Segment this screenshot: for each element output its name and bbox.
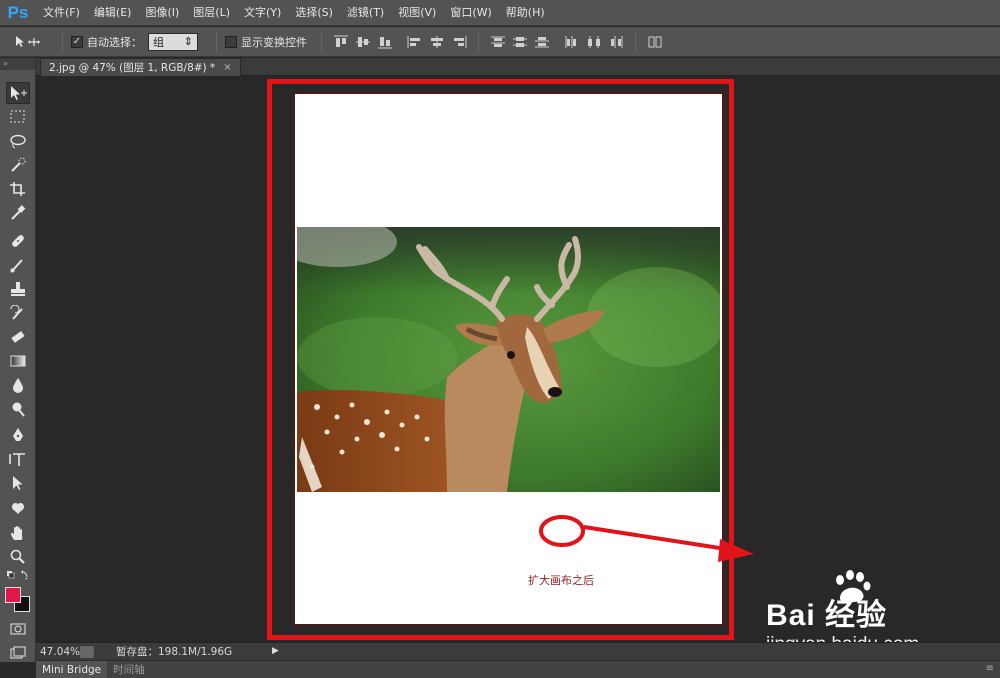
gradient-tool-icon[interactable] [6,350,30,372]
auto-align-layers-icon[interactable] [646,33,664,51]
options-bar: ✓ 自动选择： 组 ⇕ 显示变换控件 [0,27,1000,57]
separator [216,31,217,52]
menu-help[interactable]: 帮助(H) [499,0,552,26]
annotation-circle [539,515,585,547]
menu-filter[interactable]: 滤镜(T) [340,0,391,26]
show-transform-checkbox[interactable] [225,35,237,48]
watermark-brand: Bai 经验 [766,599,888,632]
zoom-tool-icon[interactable] [6,546,30,568]
eyedropper-tool-icon[interactable] [6,202,30,224]
distribute-top-icon[interactable] [489,33,507,51]
toolbox: » [0,58,36,662]
document-tab-bar: 2.jpg @ 47% (图层 1, RGB/8#) * × [36,58,1000,76]
photoshop-logo: Ps [7,2,29,22]
healing-brush-tool-icon[interactable] [6,230,30,252]
menu-select[interactable]: 选择(S) [288,0,340,26]
menu-layer[interactable]: 图层(L) [186,0,237,26]
show-transform-label: 显示变换控件 [241,35,307,49]
tab-mini-bridge[interactable]: Mini Bridge [36,660,108,678]
quick-selection-tool-icon[interactable] [6,154,30,176]
move-tool-icon [16,35,40,47]
screen-mode-icon[interactable] [6,642,30,664]
align-vcenter-icon[interactable] [354,33,372,51]
annotation-arrow-head [718,539,754,562]
align-top-icon[interactable] [332,33,350,51]
menu-bar: Ps 文件(F) 编辑(E) 图像(I) 图层(L) 文字(Y) 选择(S) 滤… [0,0,1000,26]
foreground-color-swatch[interactable] [5,587,21,603]
menu-view[interactable]: 视图(V) [391,0,443,26]
menu-image[interactable]: 图像(I) [138,0,186,26]
distribute-right-icon[interactable] [607,33,625,51]
separator [321,31,322,52]
auto-select-dropdown[interactable]: 组 ⇕ [148,32,198,51]
dropdown-arrows-icon: ⇕ [183,35,193,48]
auto-select-checkbox[interactable]: ✓ [71,35,83,48]
align-left-icon[interactable] [406,33,424,51]
tool-preset-picker[interactable] [14,35,54,49]
custom-shape-tool-icon[interactable] [6,496,30,518]
lasso-tool-icon[interactable] [6,130,30,152]
close-icon[interactable]: × [223,62,231,73]
auto-select-label: 自动选择： [87,35,142,49]
eraser-tool-icon[interactable] [6,326,30,348]
auto-select-value: 组 [153,35,164,49]
status-info-icon[interactable] [80,645,94,658]
menu-edit[interactable]: 编辑(E) [87,0,139,26]
separator [635,31,636,52]
pen-tool-icon[interactable] [6,424,30,446]
blur-tool-icon[interactable] [6,374,30,396]
separator [478,31,479,52]
distribute-bottom-icon[interactable] [533,33,551,51]
crop-tool-icon[interactable] [6,178,30,200]
distribute-hcenter-icon[interactable] [585,33,603,51]
align-bottom-icon[interactable] [376,33,394,51]
status-menu-arrow-icon[interactable]: ▶ [272,646,284,658]
type-tool-icon[interactable] [6,448,30,470]
clone-stamp-tool-icon[interactable] [6,278,30,300]
hand-tool-icon[interactable] [6,522,30,544]
menu-file[interactable]: 文件(F) [36,0,87,26]
document-tab[interactable]: 2.jpg @ 47% (图层 1, RGB/8#) * × [40,58,241,76]
bottom-panel-tabs: Mini Bridge 时间轴 ≡ [36,660,1000,678]
annotation-arrow-line [583,525,727,551]
distribute-vcenter-icon[interactable] [511,33,529,51]
toolbox-collapse-handle[interactable]: » [0,58,35,70]
dodge-tool-icon[interactable] [6,398,30,420]
panel-menu-icon[interactable]: ≡ [986,663,994,674]
scratch-disk-info: 暂存盘：198.1M/1.96G [116,646,233,658]
status-bar: 47.04% 暂存盘：198.1M/1.96G ▶ [36,642,1000,660]
zoom-level[interactable]: 47.04% [36,646,80,658]
distribute-left-icon[interactable] [563,33,581,51]
tab-timeline[interactable]: 时间轴 [107,661,151,678]
document-tab-title: 2.jpg @ 47% (图层 1, RGB/8#) * [49,62,216,74]
history-brush-tool-icon[interactable] [6,302,30,324]
move-tool-icon[interactable] [6,82,30,104]
path-selection-tool-icon[interactable] [6,472,30,494]
marquee-tool-icon[interactable] [6,106,30,128]
menu-window[interactable]: 窗口(W) [443,0,498,26]
canvas-area[interactable]: 扩大画布之后 [36,77,1000,642]
menu-type[interactable]: 文字(Y) [237,0,288,26]
annotation-overlay [539,515,754,562]
quick-mask-icon[interactable] [6,618,30,640]
align-hcenter-icon[interactable] [428,33,446,51]
swap-colors-icon[interactable] [6,568,30,584]
brush-tool-icon[interactable] [6,254,30,276]
separator [62,31,63,52]
align-right-icon[interactable] [450,33,468,51]
